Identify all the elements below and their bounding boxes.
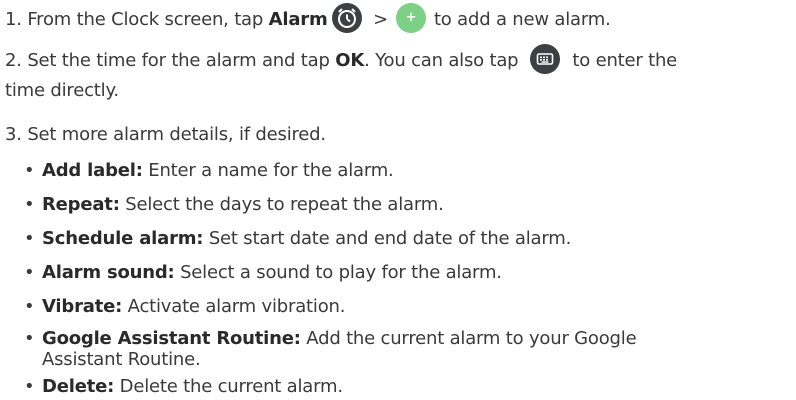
step-text-end: to add a new alarm. bbox=[433, 9, 611, 30]
list-item: • Google Assistant Routine: Add the curre… bbox=[24, 328, 637, 370]
bullet: • bbox=[24, 194, 35, 215]
item-desc: Select a sound to play for the alarm. bbox=[180, 262, 502, 283]
step-3: 3. Set more alarm details, if desired. bbox=[5, 122, 326, 148]
list-item: • Add label: Enter a name for the alarm. bbox=[24, 158, 394, 184]
step-text: Set the time for the alarm and tap bbox=[27, 50, 330, 71]
bullet: • bbox=[24, 262, 35, 283]
step-2: 2. Set the time for the alarm and tap OK… bbox=[5, 44, 678, 76]
item-term: Add label: bbox=[42, 160, 143, 181]
step-text-mid: . You can also tap bbox=[364, 50, 519, 71]
item-term: Google Assistant Routine: bbox=[42, 328, 301, 349]
step-text-end: to enter the bbox=[572, 50, 678, 71]
item-desc: Select the days to repeat the alarm. bbox=[125, 194, 444, 215]
bullet: • bbox=[24, 160, 35, 181]
list-item: • Vibrate: Activate alarm vibration. bbox=[24, 294, 345, 320]
item-desc: Activate alarm vibration. bbox=[127, 296, 346, 317]
list-item: • Repeat: Select the days to repeat the a… bbox=[24, 192, 444, 218]
step-text: Set more alarm details, if desired. bbox=[27, 124, 326, 145]
step-2-cont: time directly. bbox=[5, 80, 119, 101]
item-term: Alarm sound: bbox=[42, 262, 175, 283]
bullet: • bbox=[24, 328, 35, 349]
plus-icon: + bbox=[395, 3, 426, 33]
item-term: Repeat: bbox=[42, 194, 120, 215]
item-term: Delete: bbox=[42, 376, 115, 397]
alarm-clock-icon bbox=[331, 3, 362, 33]
instructions-document: 1. From the Clock screen, tap Alarm > + to… bbox=[0, 0, 796, 397]
item-desc: Add the current alarm to your Google bbox=[306, 328, 637, 349]
alarm-label: Alarm bbox=[268, 9, 328, 30]
item-desc: Enter a name for the alarm. bbox=[148, 160, 394, 181]
list-item: • Alarm sound: Select a sound to play for… bbox=[24, 260, 502, 286]
bullet: • bbox=[24, 228, 35, 249]
step-1: 1. From the Clock screen, tap Alarm > + to… bbox=[5, 3, 611, 35]
bullet: • bbox=[24, 376, 35, 397]
list-item: • Schedule alarm: Set start date and end … bbox=[24, 226, 571, 252]
keyboard-icon bbox=[530, 44, 561, 74]
item-desc: Set start date and end date of the alarm… bbox=[208, 228, 572, 249]
separator: > bbox=[373, 9, 388, 30]
ok-label: OK bbox=[335, 50, 365, 71]
item-desc: Delete the current alarm. bbox=[119, 376, 343, 397]
item-term: Vibrate: bbox=[42, 296, 123, 317]
step-number: 1. bbox=[5, 9, 22, 30]
step-text: From the Clock screen, tap bbox=[27, 9, 264, 30]
bullet: • bbox=[24, 296, 35, 317]
step-number: 3. bbox=[5, 124, 22, 145]
item-term: Schedule alarm: bbox=[42, 228, 204, 249]
list-item: • Delete: Delete the current alarm. bbox=[24, 374, 343, 400]
step-number: 2. bbox=[5, 50, 22, 71]
item-desc-cont: Assistant Routine. bbox=[42, 349, 201, 370]
